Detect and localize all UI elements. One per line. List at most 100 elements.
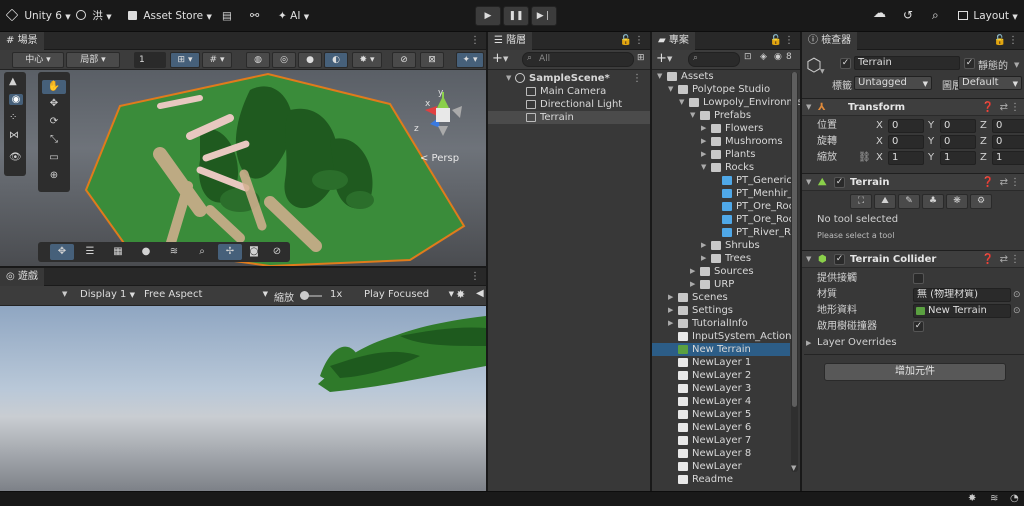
layer-overrides-row[interactable]: ▶ Layer Overrides: [802, 335, 1024, 351]
filter-type-icon[interactable]: ⊡: [744, 52, 752, 62]
project-item[interactable]: ▶ Plants: [652, 148, 790, 161]
stack-icon[interactable]: ≋: [162, 244, 186, 260]
draw-mode-button[interactable]: ◍: [246, 52, 270, 68]
tab-project[interactable]: ▰ 專案: [652, 32, 695, 50]
ai-menu[interactable]: ✦ AI ▼: [278, 8, 309, 24]
expand-arrow-icon[interactable]: ▼: [668, 83, 673, 96]
chevron-down-icon[interactable]: ▼: [667, 55, 672, 63]
project-item[interactable]: Readme: [652, 473, 790, 486]
layer-dropdown[interactable]: Default ▼: [958, 76, 1022, 90]
z-value-field[interactable]: 0: [992, 135, 1024, 149]
tree-colliders-checkbox[interactable]: ✓: [913, 321, 924, 332]
particles-icon[interactable]: ⁘: [9, 112, 17, 123]
navmesh-icon[interactable]: ⋈: [9, 130, 19, 141]
project-item[interactable]: PT_Ore_Roc: [652, 213, 794, 226]
kebab-menu-icon[interactable]: ⋮: [1010, 99, 1020, 116]
project-item[interactable]: ▶ Mushrooms: [652, 135, 790, 148]
tab-game[interactable]: ◎ 遊戲: [0, 268, 44, 286]
display-dropdown[interactable]: Display 1 ▼: [80, 289, 135, 300]
object-picker-icon[interactable]: ⊙: [1013, 287, 1021, 303]
help-icon[interactable]: ❓: [982, 251, 994, 268]
pause-button[interactable]: ❚❚: [503, 6, 529, 26]
terrain-enabled-checkbox[interactable]: ✓: [834, 177, 845, 188]
kebab-menu-icon[interactable]: ⋮: [634, 35, 644, 47]
project-item[interactable]: NewLayer 4: [652, 395, 790, 408]
history-icon[interactable]: ↺: [903, 7, 913, 23]
terrain-paint-icon[interactable]: ⛰: [874, 194, 896, 209]
hidden-packages-icon[interactable]: ◉: [774, 52, 782, 62]
scene-row[interactable]: ▼ SampleScene* ⋮: [488, 72, 650, 85]
expand-arrow-icon[interactable]: ▶: [701, 239, 706, 252]
object-picker-icon[interactable]: ⊙: [1013, 303, 1021, 319]
eye-icon[interactable]: ◉: [9, 94, 23, 105]
project-search-input[interactable]: ⌕: [688, 52, 740, 67]
layout-menu[interactable]: Layout ▼: [958, 8, 1018, 24]
expand-arrow-icon[interactable]: ▼: [679, 96, 684, 109]
add-icon[interactable]: +: [656, 51, 667, 66]
projection-label[interactable]: < Persp: [420, 153, 459, 164]
kebab-menu-icon[interactable]: ⋮: [784, 35, 794, 47]
expand-arrow-icon[interactable]: ▶: [701, 135, 706, 148]
x-value-field[interactable]: 0: [888, 119, 924, 133]
layers-icon[interactable]: ☰: [78, 244, 102, 260]
user-menu[interactable]: 洪 ▼: [76, 8, 112, 24]
y-value-field[interactable]: 1: [940, 151, 976, 165]
project-item[interactable]: ▶ Flowers: [652, 122, 790, 135]
scale-tool-button[interactable]: ⤡: [42, 134, 66, 145]
expand-arrow-icon[interactable]: ▶: [690, 265, 695, 278]
sphere-icon[interactable]: ●: [134, 244, 158, 260]
presets-icon[interactable]: ⇄: [1000, 174, 1008, 191]
step-button[interactable]: ▶❘: [531, 6, 557, 26]
tab-inspector[interactable]: ⓘ 檢查器: [802, 32, 858, 50]
camera-icon[interactable]: ◙: [242, 244, 266, 260]
project-item[interactable]: ▶ Scenes: [652, 291, 790, 304]
y-value-field[interactable]: 0: [940, 119, 976, 133]
move-tool-button[interactable]: ✥: [42, 98, 66, 109]
transform-header[interactable]: ▼ ⅄ Transform ❓ ⇄ ⋮: [802, 98, 1024, 116]
aspect-dropdown[interactable]: Free Aspect ▼: [144, 289, 268, 300]
z-value-field[interactable]: 1: [992, 151, 1024, 165]
game-view-dropdown[interactable]: ▼: [62, 290, 67, 298]
scrollbar-thumb[interactable]: [792, 72, 797, 407]
presets-icon[interactable]: ⇄: [1000, 251, 1008, 268]
paint-icon[interactable]: ▦: [106, 244, 130, 260]
grid-size-field[interactable]: 1: [134, 52, 166, 68]
terrain-tree-icon[interactable]: ♣: [922, 194, 944, 209]
link-icon[interactable]: ⛓: [858, 150, 871, 166]
expand-arrow-icon[interactable]: ▶: [668, 291, 673, 304]
x-value-field[interactable]: 0: [888, 135, 924, 149]
project-item[interactable]: ▶ Shrubs: [652, 239, 790, 252]
tab-hierarchy[interactable]: ☰ 階層: [488, 32, 533, 50]
add-component-button[interactable]: 增加元件: [824, 363, 1006, 381]
expand-arrow-icon[interactable]: ▶: [668, 304, 673, 317]
project-item[interactable]: NewLayer 3: [652, 382, 790, 395]
expand-arrow-icon[interactable]: ▶: [701, 252, 706, 265]
camera-toggle[interactable]: ⊠: [420, 52, 444, 68]
project-item[interactable]: ▼ Rocks: [652, 161, 790, 174]
package-icon[interactable]: ▤: [222, 8, 232, 24]
shading-lit-button[interactable]: ◐: [324, 52, 348, 68]
expand-arrow-icon[interactable]: ▼: [806, 174, 811, 191]
project-item[interactable]: New Terrain: [652, 343, 790, 356]
lock-icon[interactable]: 🔓: [770, 35, 782, 47]
local-toggle[interactable]: 局部 ▾: [66, 52, 120, 68]
z-value-field[interactable]: 0: [992, 119, 1024, 133]
gizmos-toggle[interactable]: ✦ ▾: [456, 52, 484, 68]
collider-enabled-checkbox[interactable]: ✓: [834, 254, 845, 265]
rotate-tool-button[interactable]: ⟳: [42, 116, 66, 127]
expand-arrow-icon[interactable]: ▼: [506, 72, 511, 85]
move-icon[interactable]: ✥: [50, 244, 74, 260]
progress-icon[interactable]: ◔: [1010, 493, 1019, 504]
expand-arrow-icon[interactable]: ▶: [690, 278, 695, 291]
game-viewport[interactable]: [0, 306, 486, 491]
project-item[interactable]: ▶ Sources: [652, 265, 790, 278]
hierarchy-search-input[interactable]: ⌕ All: [522, 52, 634, 67]
kebab-menu-icon[interactable]: ⋮: [1010, 251, 1020, 268]
version-control-icon[interactable]: ⚯: [250, 8, 259, 24]
terrain-icon[interactable]: ▲: [9, 76, 17, 87]
project-item[interactable]: InputSystem_Actions: [652, 330, 797, 343]
y-value-field[interactable]: 0: [940, 135, 976, 149]
project-item[interactable]: NewLayer 6: [652, 421, 790, 434]
chevron-down-icon[interactable]: ▼: [1014, 61, 1019, 69]
transform-tool-button[interactable]: ⊕: [42, 170, 66, 181]
